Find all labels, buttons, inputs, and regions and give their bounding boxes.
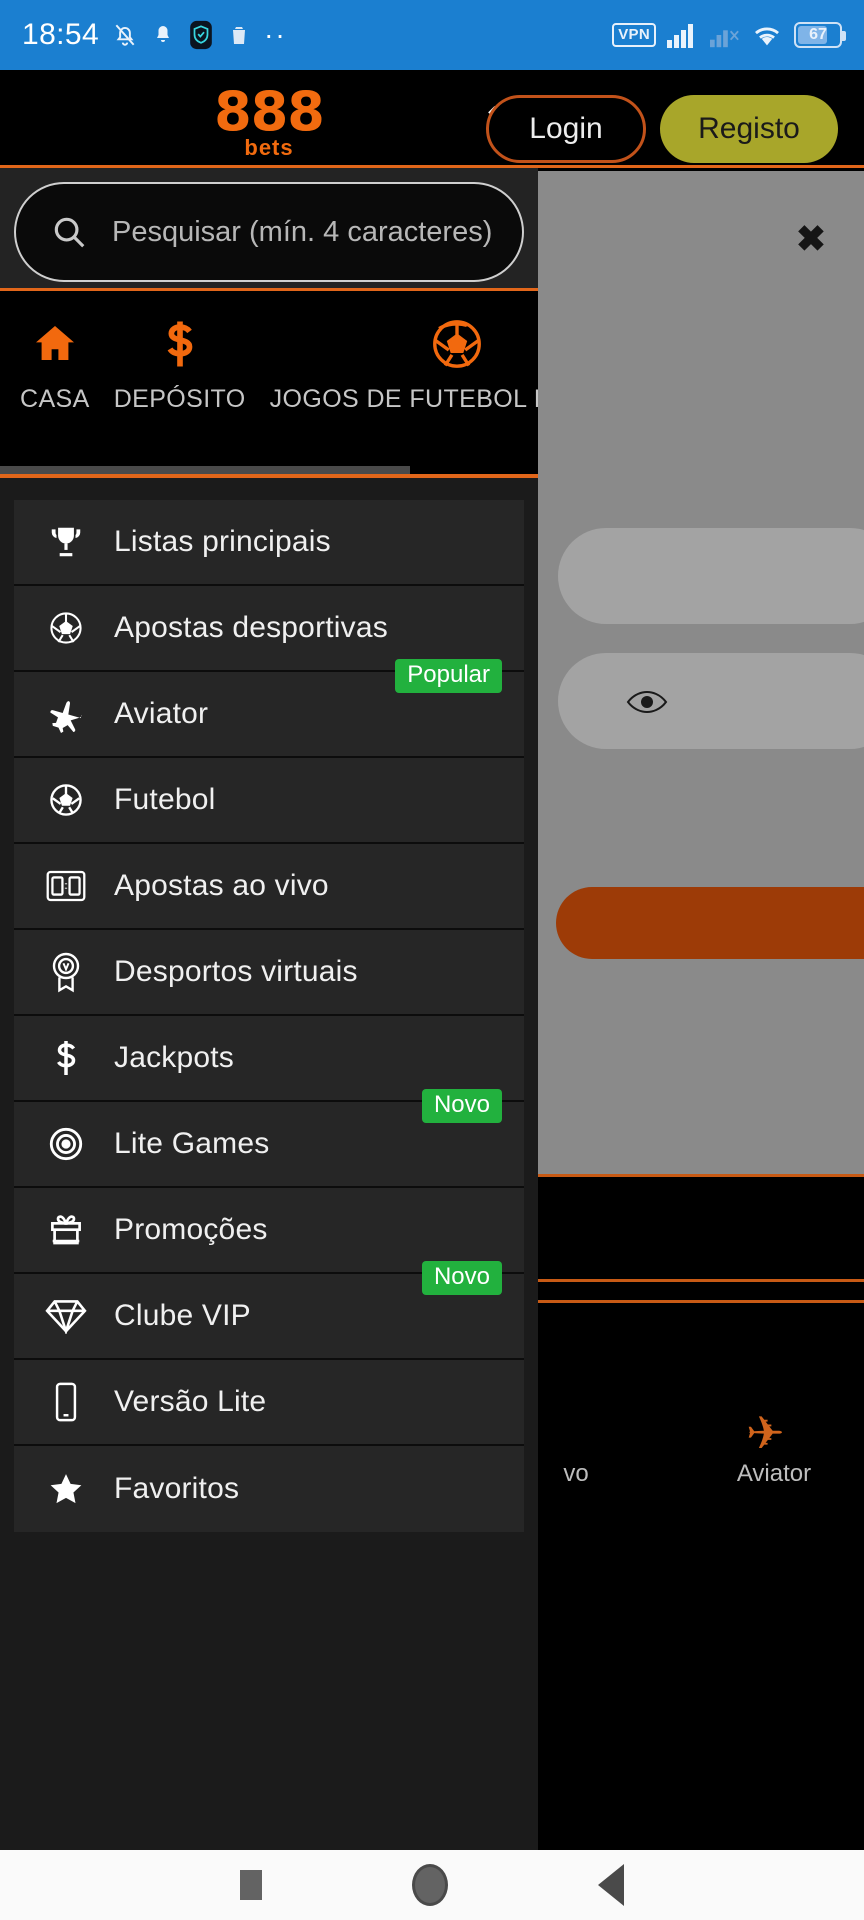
login-button[interactable]: Login (486, 95, 646, 163)
login-submit-button[interactable] (556, 887, 864, 959)
menu-item-label: Versão Lite (114, 1385, 267, 1418)
medal-icon (44, 951, 88, 993)
vpn-badge: VPN (612, 23, 656, 47)
bell-off-icon (112, 21, 138, 49)
menu-item-label: Jackpots (114, 1041, 234, 1074)
scoreboard-icon (44, 869, 88, 903)
airplane-icon: ✈ (746, 1407, 785, 1459)
airplane-icon (44, 694, 88, 734)
recent-apps-icon[interactable] (240, 1870, 262, 1900)
search-placeholder: Pesquisar (mín. 4 caracteres) (112, 215, 493, 248)
menu-item-favoritos[interactable]: Favoritos (14, 1446, 524, 1532)
home-icon[interactable] (412, 1864, 448, 1906)
username-field[interactable] (558, 528, 864, 624)
menu-item-desportos-virtuais[interactable]: Desportos virtuais (14, 930, 524, 1016)
menu-item-label: Desportos virtuais (114, 955, 358, 988)
logo-888-text: 888 (214, 80, 325, 143)
battery-percent: 67 (809, 26, 827, 43)
horizontal-scrollbar[interactable] (0, 466, 410, 474)
soccer-ball-icon (44, 781, 88, 819)
eye-icon[interactable] (626, 689, 668, 715)
trophy-icon (44, 523, 88, 561)
trash-icon (227, 21, 251, 49)
android-nav-bar (0, 1850, 864, 1920)
more-dots-icon: ·· (264, 19, 287, 50)
menu-item-listas-principais[interactable]: Listas principais (14, 500, 524, 586)
soccer-ball-icon (428, 315, 486, 373)
star-icon (44, 1470, 88, 1508)
menu-item-label: Favoritos (114, 1472, 240, 1505)
menu-item-versao-lite[interactable]: Versão Lite (14, 1360, 524, 1446)
background-promo-strip-1 (538, 1174, 864, 1282)
quick-nav-scroller[interactable]: CASA DEPÓSITO JOGOS DE FUTEBOL (0, 288, 538, 478)
status-badge: Novo (421, 1089, 502, 1123)
quick-nav-item-casa[interactable]: CASA (8, 315, 102, 414)
battery-icon: 67 (794, 22, 846, 48)
quick-nav-item-deposito[interactable]: DEPÓSITO (102, 315, 258, 414)
soccer-ball-icon (44, 609, 88, 647)
home-icon (29, 315, 81, 373)
status-bar-clock: 18:54 (22, 18, 100, 51)
quick-nav-row: CASA DEPÓSITO JOGOS DE FUTEBOL (0, 315, 538, 414)
menu-item-aviator[interactable]: Aviator Popular (14, 659, 524, 758)
login-modal-backdrop: ✖ (538, 171, 864, 1175)
dollar-icon (160, 315, 200, 373)
menu-item-label: Futebol (114, 783, 216, 816)
status-badge: Popular (395, 659, 502, 693)
menu-item-label: Clube VIP (114, 1299, 251, 1332)
signal-bars-icon (667, 22, 699, 48)
search-input[interactable]: Pesquisar (mín. 4 caracteres) (14, 182, 524, 282)
menu-list: Listas principais Apostas desportivas Av… (14, 500, 524, 1532)
status-bar-right: VPN 67 (612, 22, 846, 48)
menu-item-label: Aviator (114, 697, 209, 730)
status-badge: Novo (421, 1261, 502, 1295)
search-section: Pesquisar (mín. 4 caracteres) (0, 168, 538, 288)
bottom-nav-item-partial[interactable]: vo (546, 1460, 606, 1488)
auth-buttons: Login Registo (486, 95, 864, 167)
quick-nav-label: JOGOS DE FUTEBOL DE HOJE (269, 385, 538, 413)
menu-item-futebol[interactable]: Futebol (14, 758, 524, 844)
quick-nav-item-jogos-futebol-hoje[interactable]: JOGOS DE FUTEBOL DE HOJE (258, 315, 538, 414)
wifi-icon (751, 22, 783, 48)
menu-overlay-panel: 888 bets ✖ Pesquisar (mín. 4 caracteres) (0, 70, 538, 1850)
quick-nav-label: CASA (20, 385, 90, 413)
android-status-bar: 18:54 ·· VPN 67 (0, 0, 864, 70)
search-icon (50, 213, 88, 251)
quick-nav-label: DEPÓSITO (113, 385, 246, 413)
bell-icon (151, 21, 175, 49)
panel-header: 888 bets ✖ (0, 70, 538, 168)
menu-item-apostas-ao-vivo[interactable]: Apostas ao vivo (14, 844, 524, 930)
signal-off-icon (710, 22, 740, 48)
mobile-phone-icon (44, 1382, 88, 1422)
back-icon[interactable] (598, 1864, 624, 1906)
menu-item-lite-games[interactable]: Lite Games Novo (14, 1089, 524, 1188)
register-button[interactable]: Registo (660, 95, 838, 163)
phone-screen: 18:54 ·· VPN 67 ✖ ✈ vo Aviator 888 bets … (0, 0, 864, 1920)
menu-item-label: Lite Games (114, 1127, 270, 1160)
dollar-icon (44, 1038, 88, 1078)
menu-item-clube-vip[interactable]: Clube VIP Novo (14, 1261, 524, 1360)
background-bottom-nav: ✈ vo Aviator (538, 1376, 864, 1526)
menu-scroll-area[interactable]: Listas principais Apostas desportivas Av… (0, 478, 538, 1850)
brand-logo[interactable]: 888 bets (0, 80, 538, 160)
menu-item-label: Apostas desportivas (114, 611, 388, 644)
diamond-icon (44, 1298, 88, 1334)
target-icon (44, 1125, 88, 1163)
menu-item-label: Listas principais (114, 525, 331, 558)
logo-bets-text: bets (244, 135, 294, 160)
password-field[interactable] (558, 653, 864, 749)
shield-vpn-app-icon (188, 20, 214, 50)
gift-icon (44, 1211, 88, 1249)
status-bar-left: 18:54 ·· (22, 18, 287, 52)
bottom-nav-item-aviator[interactable]: Aviator (714, 1460, 834, 1488)
menu-item-label: Apostas ao vivo (114, 869, 329, 902)
menu-item-label: Promoções (114, 1213, 268, 1246)
modal-close-icon[interactable]: ✖ (796, 221, 826, 257)
